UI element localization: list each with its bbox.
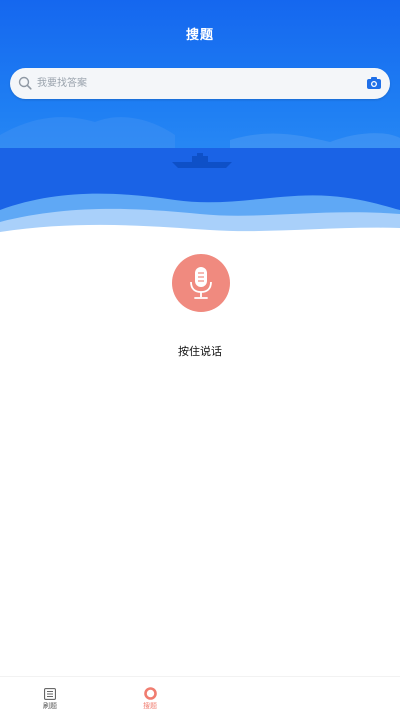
search-input[interactable] [37,68,357,99]
camera-icon[interactable] [366,76,382,90]
hero-banner: 搜题 [0,0,400,245]
hold-to-talk-label: 按住说话 [178,345,222,358]
tab-search-label: 搜题 [143,702,157,710]
microphone-icon [190,267,212,299]
page-title: 搜题 [185,28,214,43]
search-icon [18,76,32,90]
tab-practice[interactable]: 刷题 [20,677,80,712]
search-bar[interactable] [10,68,390,99]
voice-record-button[interactable] [172,254,230,312]
bottom-nav: 刷题 搜题 [0,676,400,712]
tab-search[interactable]: 搜题 [120,677,180,712]
tab-practice-label: 刷题 [43,702,57,710]
